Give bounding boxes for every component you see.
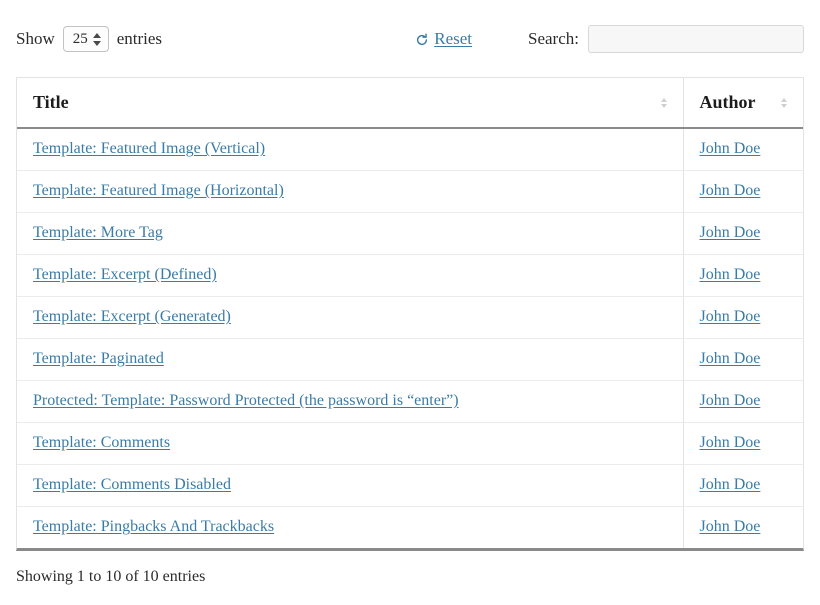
page-length-select-wrap: 25 — [62, 26, 109, 52]
search-control: Search: — [528, 25, 804, 53]
author-link[interactable]: John Doe — [700, 308, 761, 325]
cell-title: Template: Comments — [17, 422, 683, 465]
table-info: Showing 1 to 10 of 10 entries — [16, 568, 206, 585]
cell-author: John Doe — [682, 128, 803, 171]
cell-author: John Doe — [682, 380, 803, 423]
author-link[interactable]: John Doe — [700, 140, 761, 157]
author-link[interactable]: John Doe — [700, 182, 761, 199]
page-length-control: Show 25 entries — [16, 26, 162, 52]
cell-author: John Doe — [682, 254, 803, 297]
sort-arrows-icon — [781, 97, 787, 108]
table-row: Template: Excerpt (Generated) John Doe — [17, 296, 803, 339]
table-row: Template: Paginated John Doe — [17, 338, 803, 381]
refresh-ccw-icon — [415, 33, 429, 47]
page-length-label-pre: Show — [16, 29, 55, 48]
table-row: Template: Pingbacks And Trackbacks John D… — [17, 506, 803, 548]
post-title-link[interactable]: Template: More Tag — [33, 224, 163, 241]
post-title-link[interactable]: Template: Excerpt (Defined) — [33, 266, 217, 283]
column-header-author[interactable]: Author — [682, 78, 803, 129]
search-label: Search: — [528, 29, 579, 48]
cell-author: John Doe — [682, 422, 803, 465]
cell-title: Template: Excerpt (Generated) — [17, 296, 683, 339]
author-link[interactable]: John Doe — [700, 224, 761, 241]
table-head: Title Author — [17, 78, 803, 129]
cell-author: John Doe — [682, 506, 803, 548]
table-row: Template: Comments Disabled John Doe — [17, 464, 803, 507]
cell-author: John Doe — [682, 212, 803, 255]
table-controls-bar: Show 25 entries Reset Search: — [16, 19, 804, 59]
post-title-link[interactable]: Template: Excerpt (Generated) — [33, 308, 231, 325]
table-row: Protected: Template: Password Protected … — [17, 380, 803, 423]
table-row: Template: Comments John Doe — [17, 422, 803, 465]
table-header-row: Title Author — [17, 78, 803, 129]
datatable-page: Show 25 entries Reset Search: Title Auth… — [0, 19, 820, 605]
author-link[interactable]: John Doe — [700, 392, 761, 409]
cell-title: Protected: Template: Password Protected … — [17, 380, 683, 423]
table-body: Template: Featured Image (Vertical) John … — [17, 128, 803, 548]
table-row: Template: Excerpt (Defined) John Doe — [17, 254, 803, 297]
column-header-author-label: Author — [699, 92, 756, 112]
column-header-title[interactable]: Title — [17, 78, 683, 129]
post-title-link[interactable]: Template: Featured Image (Horizontal) — [33, 182, 284, 199]
cell-author: John Doe — [682, 170, 803, 213]
author-link[interactable]: John Doe — [700, 518, 761, 535]
author-link[interactable]: John Doe — [700, 434, 761, 451]
post-title-link[interactable]: Template: Featured Image (Vertical) — [33, 140, 265, 157]
cell-author: John Doe — [682, 296, 803, 339]
reset-label: Reset — [434, 29, 473, 48]
page-length-select[interactable]: 25 — [62, 26, 109, 52]
cell-title: Template: Pingbacks And Trackbacks — [17, 506, 683, 548]
author-link[interactable]: John Doe — [700, 266, 761, 283]
sort-arrows-icon — [660, 97, 667, 108]
reset-button[interactable]: Reset — [415, 29, 472, 49]
cell-title: Template: Featured Image (Vertical) — [17, 128, 683, 171]
post-title-link[interactable]: Protected: Template: Password Protected … — [33, 392, 459, 409]
cell-title: Template: Excerpt (Defined) — [17, 254, 683, 297]
cell-title: Template: More Tag — [17, 212, 683, 255]
cell-title: Template: Comments Disabled — [17, 464, 683, 507]
table-row: Template: More Tag John Doe — [17, 212, 803, 255]
table-row: Template: Featured Image (Vertical) John … — [17, 128, 803, 171]
table-row: Template: Featured Image (Horizontal) Joh… — [17, 170, 803, 213]
post-title-link[interactable]: Template: Comments — [33, 434, 170, 451]
page-length-label-post: entries — [116, 29, 163, 48]
datatable: Title Author Template: Featured Image (V… — [17, 78, 803, 548]
cell-title: Template: Paginated — [17, 338, 683, 381]
search-input[interactable] — [588, 25, 804, 53]
search-and-reset-group: Reset Search: — [415, 19, 804, 59]
post-title-link[interactable]: Template: Pingbacks And Trackbacks — [33, 518, 274, 535]
post-title-link[interactable]: Template: Paginated — [33, 350, 164, 367]
author-link[interactable]: John Doe — [700, 350, 761, 367]
cell-author: John Doe — [682, 338, 803, 381]
cell-title: Template: Featured Image (Horizontal) — [17, 170, 683, 213]
post-title-link[interactable]: Template: Comments Disabled — [33, 476, 231, 493]
author-link[interactable]: John Doe — [700, 476, 761, 493]
cell-author: John Doe — [682, 464, 803, 507]
datatable-container: Title Author Template: Featured Image (V… — [16, 77, 804, 551]
column-header-title-label: Title — [33, 92, 69, 112]
